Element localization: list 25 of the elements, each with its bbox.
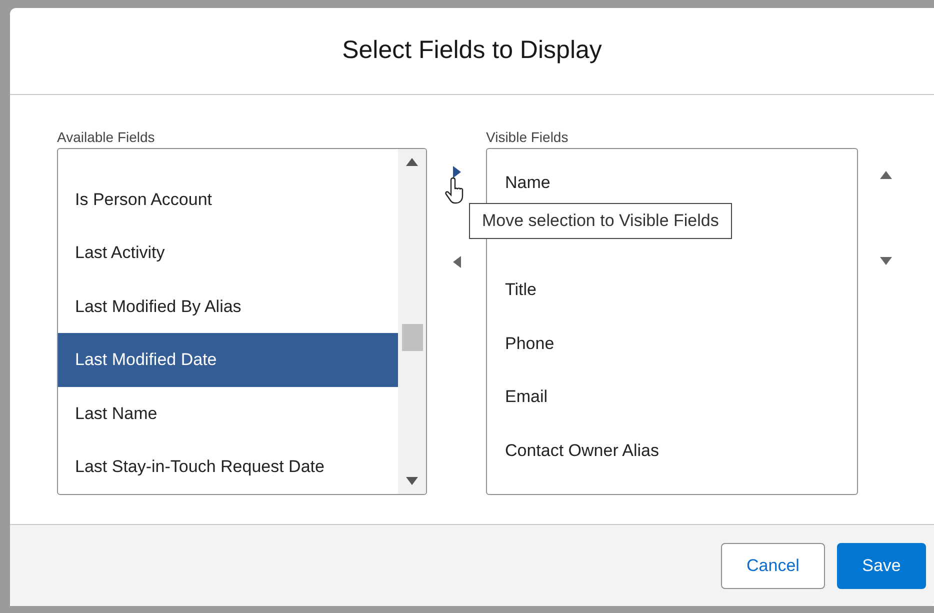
scroll-down-icon[interactable] [406, 477, 418, 485]
move-up-icon[interactable] [880, 171, 892, 179]
move-left-icon[interactable] [452, 256, 460, 268]
cancel-button[interactable]: Cancel [721, 542, 825, 588]
move-right-icon[interactable] [452, 166, 460, 178]
scroll-up-icon[interactable] [406, 158, 418, 166]
visible-fields-label: Visible Fields [486, 129, 568, 145]
field-option[interactable]: Last Activity [58, 226, 398, 280]
field-option[interactable]: Title [487, 263, 857, 316]
move-down-icon[interactable] [880, 257, 892, 265]
field-option[interactable]: Phone [487, 316, 857, 370]
tooltip: Move selection to Visible Fields [469, 203, 732, 239]
field-option[interactable]: Contact Owner Alias [487, 424, 857, 477]
field-option[interactable]: Last Modified Date [58, 333, 398, 386]
dialog-title: Select Fields to Display [342, 35, 602, 66]
field-option[interactable]: Is Person Account [58, 172, 398, 226]
scrollbar[interactable] [398, 149, 426, 494]
scrollbar-thumb[interactable] [402, 324, 422, 351]
field-option[interactable]: Last Modified By Alias [58, 280, 398, 333]
save-button[interactable]: Save [837, 542, 926, 588]
available-fields-list[interactable]: Is Person Account Last Activity Last Modified By Alias Last Modified Date Last Name Last Stay-in-Touch Request Date [57, 148, 427, 495]
available-fields-label: Available Fields [57, 129, 155, 145]
field-option[interactable]: Last Stay-in-Touch Request Date [58, 440, 398, 494]
field-option[interactable]: Email [487, 370, 857, 424]
field-option[interactable]: Last Name [58, 386, 398, 440]
